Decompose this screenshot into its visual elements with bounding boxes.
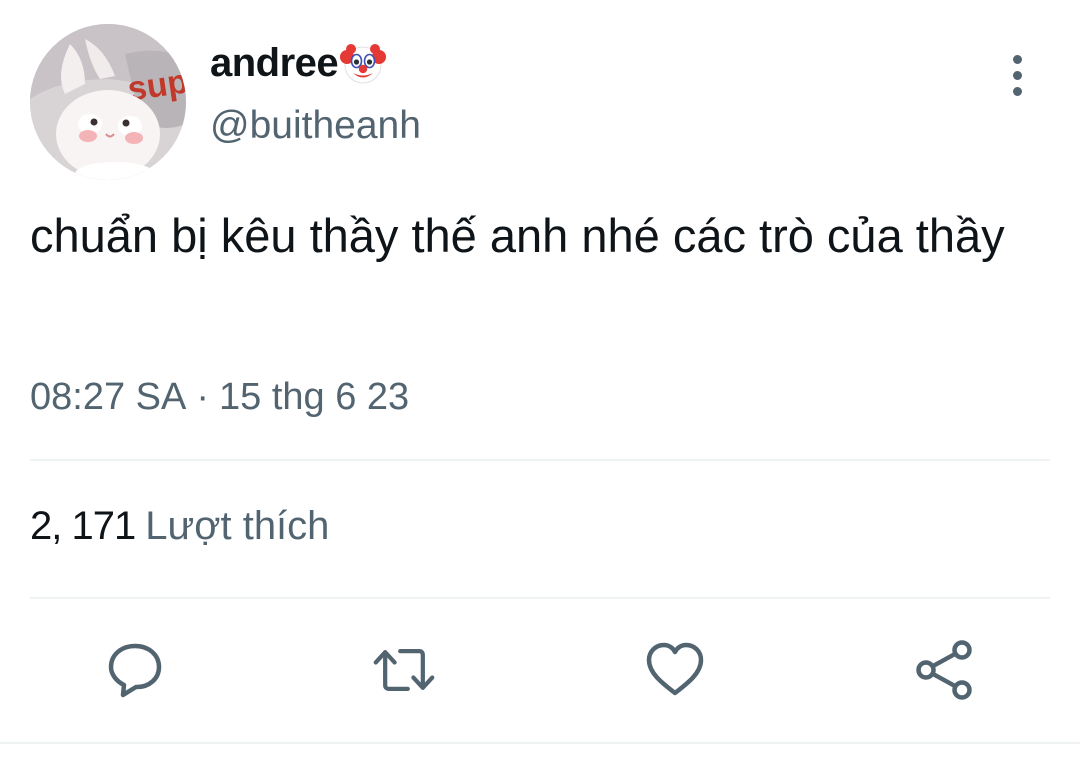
likes-count: 2, 171 bbox=[30, 504, 136, 548]
clown-face-icon bbox=[340, 40, 387, 86]
more-options-button[interactable] bbox=[996, 50, 1038, 100]
retweet-button[interactable] bbox=[372, 638, 436, 702]
display-name[interactable]: andree bbox=[210, 41, 339, 86]
likes-summary[interactable]: 2, 171 Lượt thích bbox=[30, 504, 329, 549]
more-options-icon-dot bbox=[1012, 70, 1022, 80]
like-button[interactable] bbox=[643, 638, 707, 702]
divider bbox=[0, 742, 1080, 744]
reply-button[interactable] bbox=[103, 638, 167, 702]
more-options-icon-dot bbox=[1012, 86, 1022, 96]
tweet-date: 15 thg 6 23 bbox=[219, 376, 410, 418]
retweet-icon bbox=[373, 649, 435, 691]
more-options-icon-dot bbox=[1012, 54, 1022, 64]
tweet-text: chuẩn bị kêu thầy thế anh nhé các trò củ… bbox=[30, 209, 1005, 262]
divider bbox=[30, 597, 1050, 599]
tweet-time: 08:27 SA bbox=[30, 376, 187, 418]
tweet-timestamp[interactable]: 08:27 SA · 15 thg 6 23 bbox=[30, 376, 409, 419]
avatar-image: sup bbox=[30, 24, 186, 180]
likes-label: Lượt thích bbox=[145, 504, 330, 548]
avatar[interactable]: sup bbox=[30, 24, 186, 180]
user-handle[interactable]: @buitheanh bbox=[210, 104, 421, 148]
share-button[interactable] bbox=[913, 638, 977, 702]
timestamp-separator: · bbox=[196, 376, 209, 418]
divider bbox=[30, 459, 1050, 461]
share-icon bbox=[916, 640, 972, 700]
heart-icon bbox=[646, 642, 704, 696]
display-name-row[interactable]: andree bbox=[210, 38, 387, 88]
comment-icon bbox=[108, 643, 162, 698]
